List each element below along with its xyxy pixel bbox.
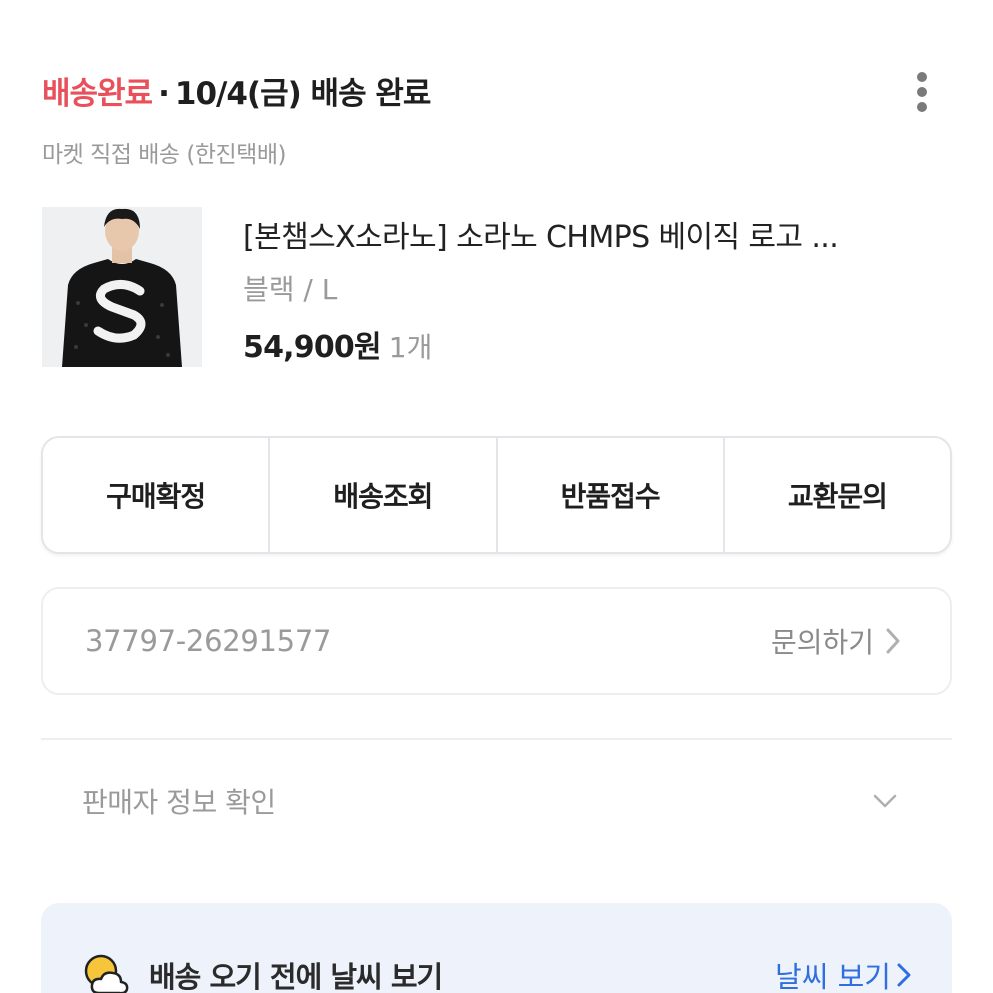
inquiry-link[interactable]: 문의하기 bbox=[771, 621, 900, 661]
separator-dot: · bbox=[158, 76, 170, 112]
section-divider bbox=[41, 738, 952, 740]
order-action-buttons: 구매확정 배송조회 반품접수 교환문의 bbox=[41, 436, 952, 554]
seller-info-toggle[interactable]: 판매자 정보 확인 bbox=[82, 778, 897, 824]
delivery-status: 배송완료 bbox=[42, 76, 153, 112]
delivery-method: 마켓 직접 배송 (한진택배) bbox=[42, 142, 286, 168]
chevron-right-icon bbox=[897, 963, 911, 987]
product-option: 블랙 / L bbox=[243, 273, 338, 306]
order-number: 37797-26291577 bbox=[85, 624, 332, 658]
weather-banner-text: 배송 오기 전에 날씨 보기 bbox=[149, 960, 443, 993]
confirm-purchase-button[interactable]: 구매확정 bbox=[43, 438, 271, 552]
view-weather-link[interactable]: 날씨 보기 bbox=[775, 954, 911, 993]
chevron-down-icon bbox=[873, 794, 897, 808]
delivery-date: 10/4(금) 배송 완료 bbox=[174, 76, 432, 112]
product-quantity: 1개 bbox=[388, 331, 433, 364]
more-options-icon[interactable] bbox=[905, 68, 939, 116]
product-price-line: 54,900원 1개 bbox=[243, 322, 432, 366]
track-delivery-button[interactable]: 배송조회 bbox=[270, 438, 498, 552]
seller-info-label: 판매자 정보 확인 bbox=[82, 786, 276, 819]
product-thumbnail[interactable] bbox=[42, 207, 202, 367]
order-number-box: 37797-26291577 문의하기 bbox=[41, 587, 952, 695]
product-price: 54,900원 bbox=[243, 330, 382, 365]
view-weather-label: 날씨 보기 bbox=[775, 960, 891, 993]
weather-banner[interactable]: 배송 오기 전에 날씨 보기 날씨 보기 bbox=[41, 903, 952, 993]
order-detail-page: 배송완료 · 10/4(금) 배송 완료 마켓 직접 배송 (한진택배) [본챔스X… bbox=[0, 0, 993, 993]
chevron-right-icon bbox=[886, 628, 900, 654]
sun-cloud-icon bbox=[84, 954, 129, 993]
exchange-inquiry-button[interactable]: 교환문의 bbox=[725, 438, 950, 552]
product-name[interactable]: [본챔스X소라노] 소라노 CHMPS 베이직 로고 ... bbox=[243, 212, 903, 256]
request-return-button[interactable]: 반품접수 bbox=[498, 438, 725, 552]
delivery-status-line: 배송완료 · 10/4(금) 배송 완료 bbox=[42, 68, 432, 113]
inquiry-label: 문의하기 bbox=[770, 626, 874, 659]
